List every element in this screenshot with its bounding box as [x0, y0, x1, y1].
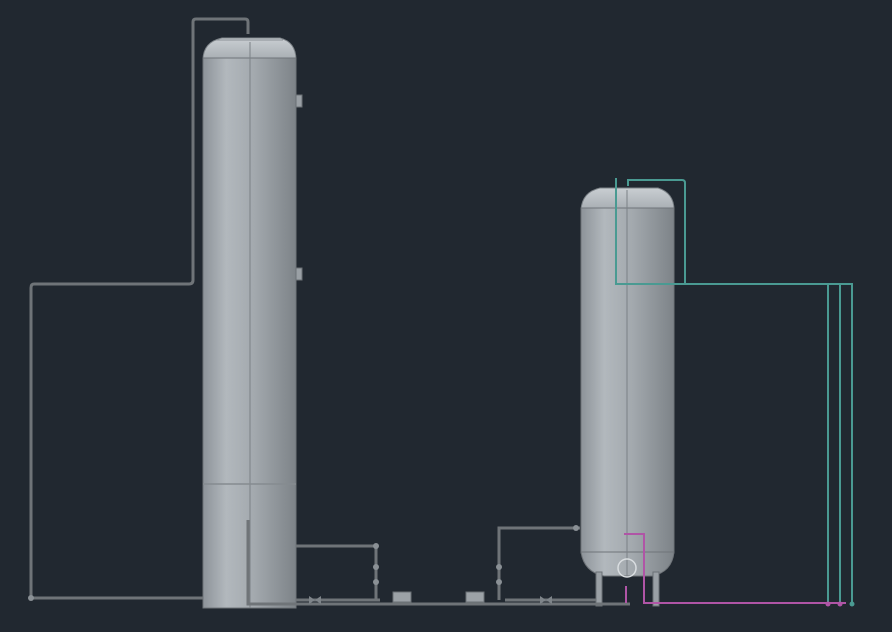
receiver-leg	[652, 571, 660, 607]
plant-model-drawing[interactable]	[0, 0, 892, 632]
nozzle-icon[interactable]	[295, 94, 303, 108]
valve-icon[interactable]	[28, 525, 579, 604]
flange-icon[interactable]	[465, 591, 485, 603]
short-receiver-vessel[interactable]	[580, 187, 675, 607]
nozzle-icon[interactable]	[295, 267, 303, 281]
flange-icon[interactable]	[392, 591, 412, 603]
process-piping[interactable]	[29, 17, 630, 606]
receiver-leg	[595, 571, 603, 607]
cad-viewport[interactable]	[0, 0, 892, 632]
tall-column-vessel[interactable]	[202, 37, 303, 609]
